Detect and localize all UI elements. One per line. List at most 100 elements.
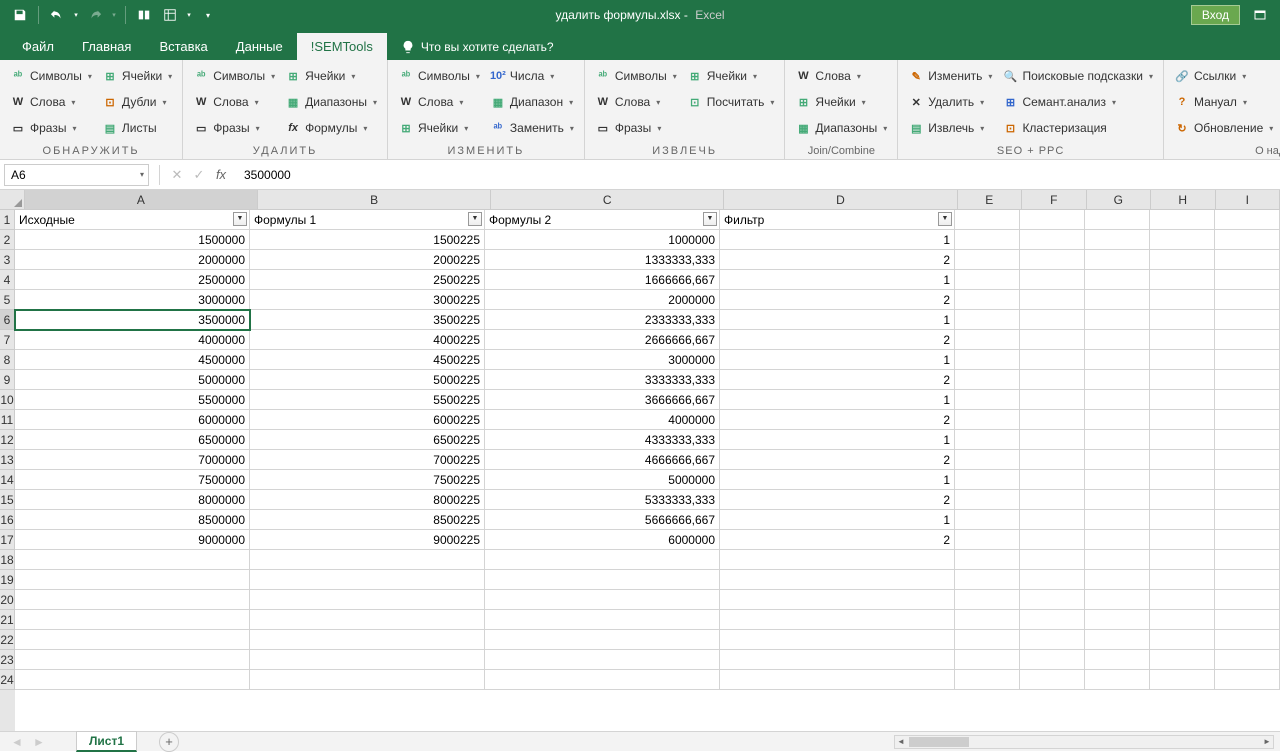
cell[interactable] — [1085, 250, 1150, 270]
cell[interactable] — [1020, 570, 1085, 590]
cell[interactable] — [955, 570, 1020, 590]
col-header-g[interactable]: G — [1087, 190, 1152, 210]
cell[interactable] — [1150, 410, 1215, 430]
join-ranges[interactable]: ▦Диапазоны▾ — [791, 116, 891, 140]
cell[interactable] — [1020, 470, 1085, 490]
cell[interactable] — [1085, 610, 1150, 630]
filter-dropdown-button[interactable]: ▼ — [938, 212, 952, 226]
cell[interactable] — [1020, 650, 1085, 670]
cell[interactable] — [1020, 630, 1085, 650]
cell[interactable] — [1215, 350, 1280, 370]
cell[interactable]: Формулы 2▼ — [485, 210, 720, 230]
cell[interactable] — [1215, 410, 1280, 430]
tell-me-search[interactable]: Что вы хотите сделать? — [387, 34, 568, 60]
cell[interactable] — [955, 610, 1020, 630]
cell[interactable]: 5333333,333 — [485, 490, 720, 510]
ribbon-display-options[interactable] — [1248, 3, 1272, 27]
seo-semantic[interactable]: ⊞Семант.анализ▾ — [998, 90, 1157, 114]
cell[interactable] — [1020, 370, 1085, 390]
cell[interactable]: Исходные▼ — [15, 210, 250, 230]
cell[interactable] — [1085, 310, 1150, 330]
cell[interactable] — [1150, 250, 1215, 270]
row-header-23[interactable]: 23 — [0, 650, 15, 670]
cell[interactable]: 7500000 — [15, 470, 250, 490]
cell[interactable]: 1 — [720, 430, 955, 450]
cell[interactable] — [955, 390, 1020, 410]
cell[interactable] — [15, 610, 250, 630]
cell[interactable] — [1085, 510, 1150, 530]
cell[interactable] — [1215, 550, 1280, 570]
cell[interactable] — [1085, 550, 1150, 570]
extract-words[interactable]: WСлова▾ — [591, 90, 681, 114]
cell[interactable] — [720, 570, 955, 590]
filter-dropdown-button[interactable]: ▼ — [468, 212, 482, 226]
cell[interactable] — [1215, 450, 1280, 470]
cell[interactable]: 7000225 — [250, 450, 485, 470]
extract-symbols[interactable]: ᵃᵇСимволы▾ — [591, 64, 681, 88]
cell[interactable] — [1020, 290, 1085, 310]
cell[interactable] — [1150, 650, 1215, 670]
cell[interactable] — [1150, 370, 1215, 390]
cell[interactable]: 2333333,333 — [485, 310, 720, 330]
row-header-9[interactable]: 9 — [0, 370, 15, 390]
cell[interactable] — [1020, 530, 1085, 550]
cell[interactable] — [1215, 290, 1280, 310]
cell[interactable] — [955, 270, 1020, 290]
cell[interactable] — [250, 590, 485, 610]
row-header-14[interactable]: 14 — [0, 470, 15, 490]
row-header-12[interactable]: 12 — [0, 430, 15, 450]
cell[interactable]: 3000000 — [485, 350, 720, 370]
add-sheet-button[interactable]: + — [159, 732, 179, 752]
cell[interactable] — [1215, 490, 1280, 510]
cell[interactable] — [955, 250, 1020, 270]
cell[interactable]: 2666666,667 — [485, 330, 720, 350]
cell[interactable] — [1215, 530, 1280, 550]
cell[interactable]: 8000225 — [250, 490, 485, 510]
cell[interactable] — [15, 670, 250, 690]
cell[interactable] — [250, 610, 485, 630]
cell[interactable] — [955, 510, 1020, 530]
col-header-i[interactable]: I — [1216, 190, 1280, 210]
login-button[interactable]: Вход — [1191, 5, 1240, 25]
cell[interactable]: Фильтр▼ — [720, 210, 955, 230]
undo-button[interactable] — [45, 3, 69, 27]
hscroll-left[interactable]: ◄ — [895, 736, 907, 748]
tab-semtools[interactable]: !SEMTools — [297, 33, 387, 60]
cell[interactable]: 5666666,667 — [485, 510, 720, 530]
cell[interactable] — [955, 470, 1020, 490]
cell[interactable] — [1215, 230, 1280, 250]
hscroll-right[interactable]: ► — [1261, 736, 1273, 748]
cell[interactable] — [1020, 390, 1085, 410]
cell[interactable]: Формулы 1▼ — [250, 210, 485, 230]
cell[interactable]: 1 — [720, 390, 955, 410]
cell[interactable] — [1020, 550, 1085, 570]
cell[interactable] — [1085, 530, 1150, 550]
cell[interactable] — [1020, 610, 1085, 630]
cell[interactable] — [1215, 270, 1280, 290]
cell[interactable] — [1150, 430, 1215, 450]
cell[interactable]: 6000000 — [15, 410, 250, 430]
delete-phrases[interactable]: ▭Фразы▾ — [189, 116, 279, 140]
save-button[interactable] — [8, 3, 32, 27]
cell[interactable] — [1215, 390, 1280, 410]
cell[interactable]: 4000225 — [250, 330, 485, 350]
cell[interactable] — [1020, 490, 1085, 510]
cell[interactable] — [485, 670, 720, 690]
cell[interactable] — [15, 590, 250, 610]
cell[interactable] — [1085, 350, 1150, 370]
cell[interactable] — [955, 210, 1020, 230]
cell[interactable]: 2 — [720, 370, 955, 390]
cell[interactable]: 1000000 — [485, 230, 720, 250]
row-header-3[interactable]: 3 — [0, 250, 15, 270]
cell[interactable] — [955, 330, 1020, 350]
formula-input[interactable] — [232, 164, 1280, 186]
cell[interactable] — [485, 550, 720, 570]
delete-formulas[interactable]: fxФормулы▾ — [281, 116, 381, 140]
cell[interactable] — [485, 650, 720, 670]
insert-function-button[interactable]: fx — [210, 164, 232, 186]
cell[interactable] — [1085, 270, 1150, 290]
cell[interactable] — [1150, 290, 1215, 310]
horizontal-scrollbar[interactable]: ◄ ► — [894, 735, 1274, 749]
qat-custom-1[interactable] — [132, 3, 156, 27]
delete-words[interactable]: WСлова▾ — [189, 90, 279, 114]
